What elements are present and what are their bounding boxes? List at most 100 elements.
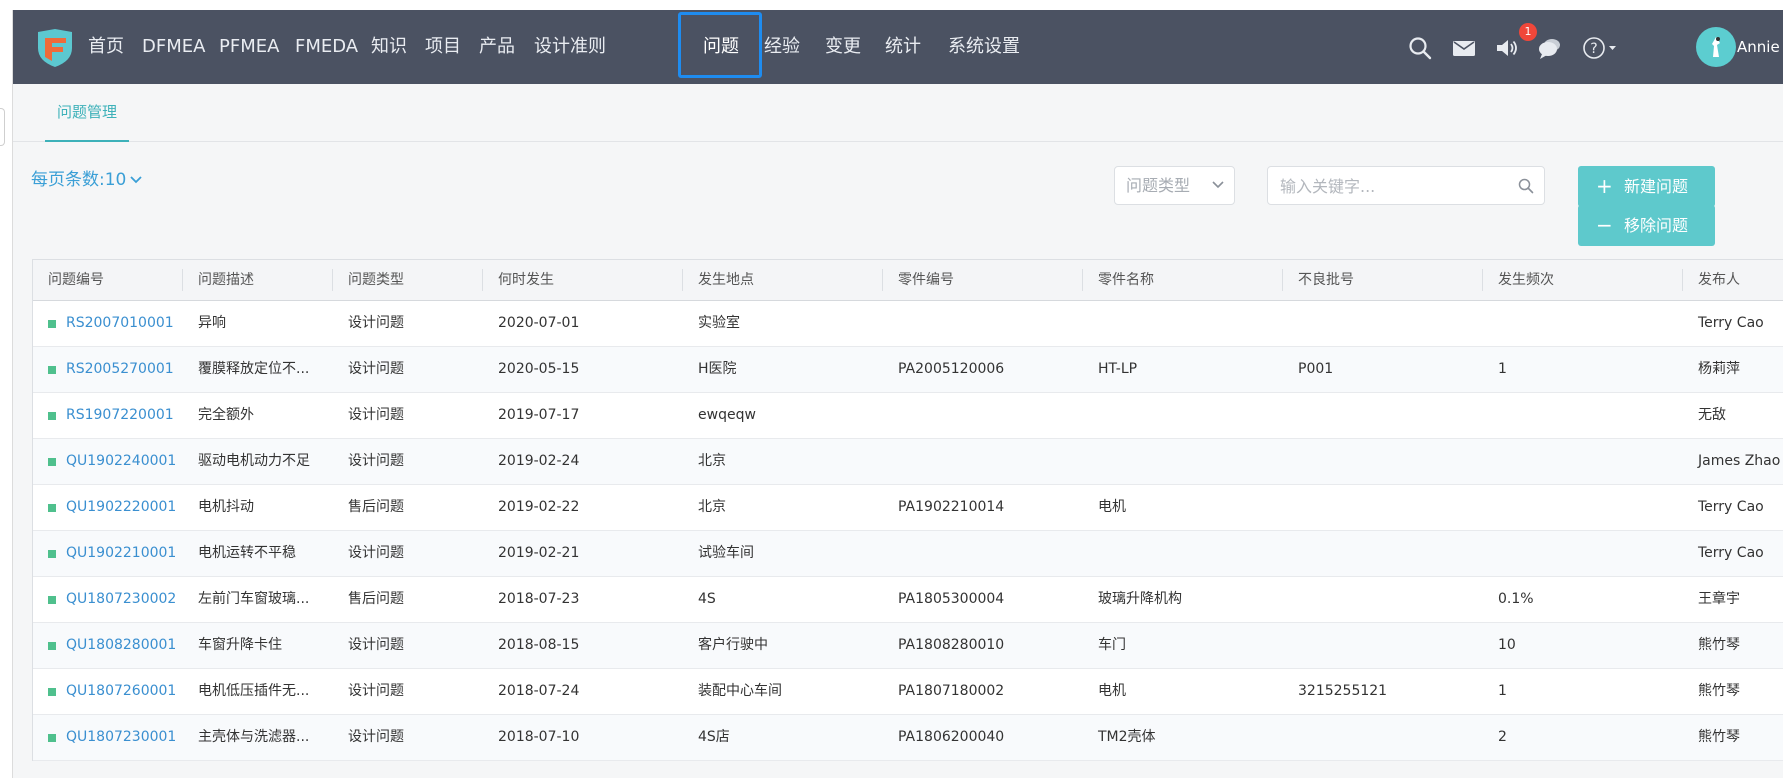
table-row[interactable]: QU1902240001 驱动电机动力不足 设计问题 2019-02-24 北京 Jame… (33, 439, 1783, 485)
avatar-figure-icon (1712, 37, 1720, 57)
table-row[interactable]: RS2005270001 覆膜释放定位不... 设计问题 2020-05-15 H医院 P… (33, 347, 1783, 393)
new-issue-button[interactable]: + 新建问题 (1578, 166, 1715, 207)
column-header-publisher[interactable]: 发布人 (1698, 260, 1740, 300)
cell-description: 左前门车窗玻璃... (198, 591, 310, 607)
cell-issue-no[interactable]: QU1902210001 (66, 531, 176, 576)
sidebar-toggle-handle[interactable] (0, 108, 5, 146)
issue-type-select[interactable]: 问题类型 (1114, 166, 1235, 205)
cell-frequency: 10 (1498, 637, 1516, 653)
status-dot-icon (48, 642, 56, 650)
column-divider (1082, 269, 1083, 291)
minus-icon: − (1596, 213, 1613, 237)
cell-issue-no[interactable]: RS1907220001 (66, 393, 174, 438)
tab-issue-management[interactable]: 问题管理 (45, 84, 130, 142)
cell-issue-no[interactable]: QU1807230002 (66, 577, 176, 622)
table-row[interactable]: QU1807230001 主壳体与洗滤器... 设计问题 2018-07-10 4S店 P… (33, 715, 1783, 761)
cell-part-name: 电机 (1098, 683, 1126, 699)
nav-item-experience[interactable]: 经验 (764, 10, 800, 84)
cell-frequency: 1 (1498, 361, 1507, 377)
chevron-down-icon (130, 176, 142, 184)
chat-icon[interactable] (1537, 35, 1563, 61)
issue-table: 问题编号 问题描述 问题类型 何时发生 发生地点 零件编号 零件名称 不良批号 … (32, 259, 1783, 761)
remove-issue-button[interactable]: − 移除问题 (1578, 205, 1715, 246)
page-size-label: 每页条数:10 (31, 170, 127, 190)
nav-item-project[interactable]: 项目 (425, 10, 461, 84)
search-icon[interactable] (1518, 178, 1534, 194)
chevron-down-icon (1212, 181, 1224, 189)
mail-icon[interactable] (1451, 35, 1477, 61)
cell-description: 电机抖动 (198, 499, 254, 515)
page-size-selector[interactable]: 每页条数:10 (31, 165, 142, 190)
cell-date: 2019-07-17 (498, 407, 580, 423)
cell-frequency: 0.1% (1498, 591, 1534, 607)
column-header-part-no[interactable]: 零件编号 (898, 260, 954, 300)
column-header-date[interactable]: 何时发生 (498, 260, 554, 300)
cell-part-no: PA1807180002 (898, 683, 1005, 699)
cell-type: 设计问题 (348, 453, 404, 469)
column-header-frequency[interactable]: 发生频次 (1498, 260, 1554, 300)
table-row[interactable]: QU1807230002 左前门车窗玻璃... 售后问题 2018-07-23 4S PA… (33, 577, 1783, 623)
table-row[interactable]: QU1902220001 电机抖动 售后问题 2019-02-22 北京 PA190221… (33, 485, 1783, 531)
speaker-icon[interactable] (1494, 35, 1520, 61)
table-row[interactable]: QU1808280001 车窗升降卡住 设计问题 2018-08-15 客户行驶中 PA1… (33, 623, 1783, 669)
status-dot-icon (48, 596, 56, 604)
cell-publisher: Terry Cao (1698, 499, 1764, 515)
cell-location: H医院 (698, 361, 737, 377)
column-divider (1282, 269, 1283, 291)
cell-issue-no[interactable]: QU1808280001 (66, 623, 176, 668)
search-input[interactable] (1278, 173, 1512, 200)
table-row[interactable]: RS2007010001 异响 设计问题 2020-07-01 实验室 Terry Cao (33, 301, 1783, 347)
cell-location: 北京 (698, 499, 726, 515)
cell-publisher: 熊竹琴 (1698, 683, 1740, 699)
cell-location: 4S (698, 591, 716, 607)
cell-part-name: HT-LP (1098, 361, 1138, 377)
status-dot-icon (48, 550, 56, 558)
table-row[interactable]: RS1907220001 完全额外 设计问题 2019-07-17 ewqeqw 无敌 (33, 393, 1783, 439)
cell-issue-no[interactable]: QU1902240001 (66, 439, 176, 484)
cell-location: ewqeqw (698, 407, 756, 423)
cell-part-name: 玻璃升降机构 (1098, 591, 1182, 607)
username[interactable]: Annie (1737, 10, 1780, 84)
column-header-issue-no[interactable]: 问题编号 (48, 260, 104, 300)
nav-item-home[interactable]: 首页 (88, 10, 124, 84)
cell-publisher: James Zhao (1698, 453, 1781, 469)
nav-item-pfmea[interactable]: PFMEA (219, 10, 279, 84)
nav-item-change[interactable]: 变更 (825, 10, 861, 84)
column-divider (482, 269, 483, 291)
cell-issue-no[interactable]: RS2007010001 (66, 301, 174, 346)
column-header-type[interactable]: 问题类型 (348, 260, 404, 300)
keyword-search-box[interactable] (1267, 166, 1545, 205)
status-dot-icon (48, 458, 56, 466)
table-row[interactable]: QU1807260001 电机低压插件无... 设计问题 2018-07-24 装配中心… (33, 669, 1783, 715)
nav-item-statistics[interactable]: 统计 (885, 10, 921, 84)
table-header: 问题编号 问题描述 问题类型 何时发生 发生地点 零件编号 零件名称 不良批号 … (33, 260, 1783, 301)
cell-type: 设计问题 (348, 407, 404, 423)
cell-issue-no[interactable]: QU1807230001 (66, 715, 176, 760)
nav-item-fmeda[interactable]: FMEDA (295, 10, 358, 84)
app-logo-icon[interactable] (35, 28, 75, 68)
avatar[interactable] (1696, 27, 1736, 67)
nav-item-design-rules[interactable]: 设计准则 (534, 10, 606, 84)
cell-issue-no[interactable]: RS2005270001 (66, 347, 174, 392)
nav-item-issues[interactable]: 问题 (703, 10, 739, 84)
column-divider (1682, 269, 1683, 291)
nav-item-product[interactable]: 产品 (479, 10, 515, 84)
cell-issue-no[interactable]: QU1902220001 (66, 485, 176, 530)
column-divider (882, 269, 883, 291)
svg-text:?: ? (1590, 41, 1597, 57)
help-icon[interactable]: ? (1582, 35, 1618, 61)
column-divider (182, 269, 183, 291)
cell-location: 装配中心车间 (698, 683, 782, 699)
column-header-location[interactable]: 发生地点 (698, 260, 754, 300)
cell-publisher: 王章宇 (1698, 591, 1740, 607)
column-header-part-name[interactable]: 零件名称 (1098, 260, 1154, 300)
nav-item-system-settings[interactable]: 系统设置 (948, 10, 1020, 84)
cell-issue-no[interactable]: QU1807260001 (66, 669, 176, 714)
table-body: RS2007010001 异响 设计问题 2020-07-01 实验室 Terry Cao… (33, 301, 1783, 761)
nav-item-knowledge[interactable]: 知识 (371, 10, 407, 84)
column-header-batch-no[interactable]: 不良批号 (1298, 260, 1354, 300)
column-header-description[interactable]: 问题描述 (198, 260, 254, 300)
search-icon[interactable] (1407, 35, 1433, 61)
nav-item-dfmea[interactable]: DFMEA (142, 10, 205, 84)
table-row[interactable]: QU1902210001 电机运转不平稳 设计问题 2019-02-21 试验车间 Ter… (33, 531, 1783, 577)
